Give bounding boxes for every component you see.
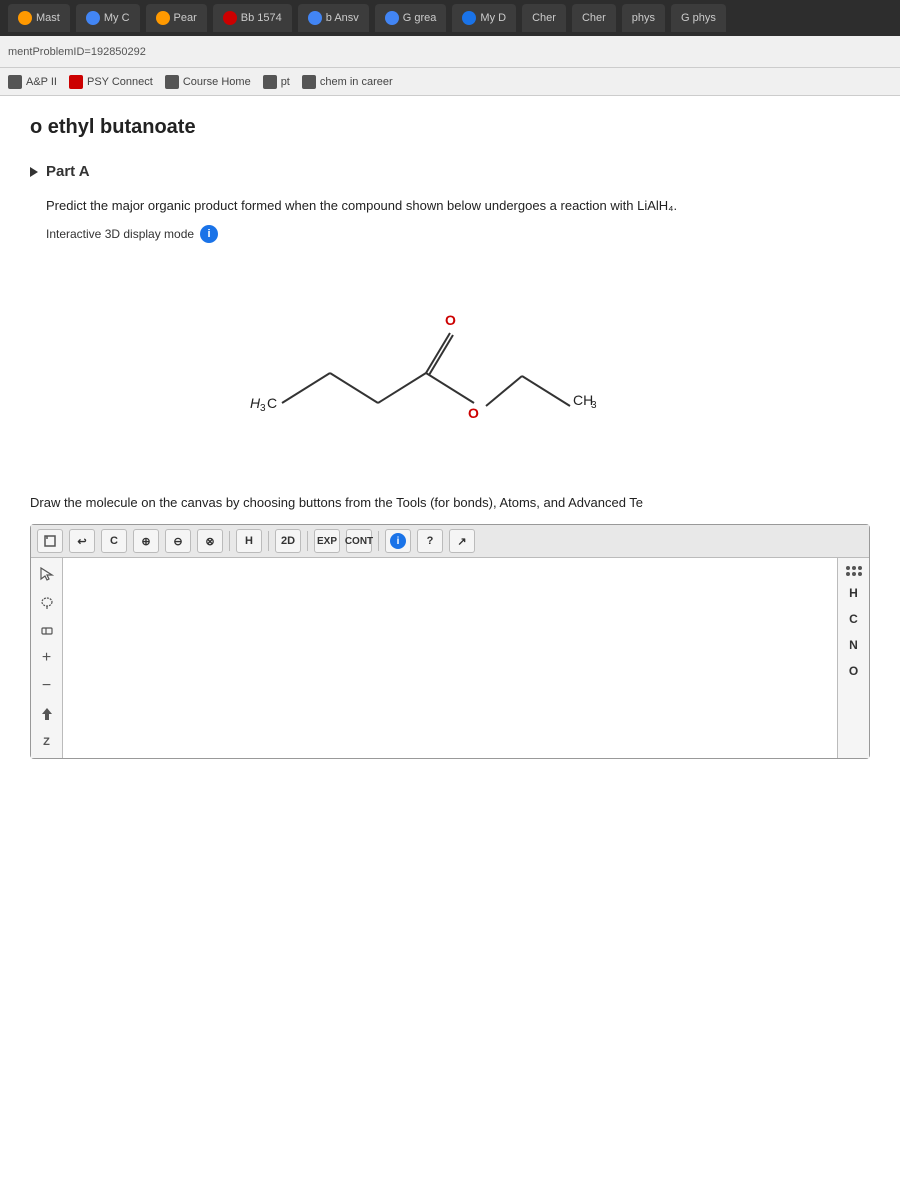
selection-tool-btn[interactable] bbox=[35, 562, 59, 586]
svg-text:O: O bbox=[468, 405, 479, 421]
canvas-toolbar: ↩ C ⊕ ⊖ ⊗ H 2D EXP CONT i ? ↗ bbox=[31, 525, 869, 558]
toolbar-h-btn[interactable]: H bbox=[236, 529, 262, 553]
eraser-tool-btn[interactable] bbox=[35, 618, 59, 642]
toolbar-new-btn[interactable] bbox=[37, 529, 63, 553]
canvas-left-tools: + − Z bbox=[31, 558, 63, 758]
toolbar-zoom-in-btn[interactable]: ⊕ bbox=[133, 529, 159, 553]
browser-tab-bar: Mast My C Pear Bb 1574 b Ansv G grea My … bbox=[0, 0, 900, 36]
bookmark-psy[interactable]: PSY Connect bbox=[69, 75, 153, 89]
remove-tool-btn[interactable]: − bbox=[35, 674, 59, 698]
toolbar-2d-btn[interactable]: 2D bbox=[275, 529, 301, 553]
toolbar-undo-btn[interactable]: ↩ bbox=[69, 529, 95, 553]
z-tool-btn[interactable]: Z bbox=[35, 730, 59, 754]
tab-bb[interactable]: Bb 1574 bbox=[213, 4, 292, 32]
tab-gphys[interactable]: G phys bbox=[671, 4, 726, 32]
toolbar-redo-btn[interactable]: C bbox=[101, 529, 127, 553]
add-tool-btn[interactable]: + bbox=[35, 646, 59, 670]
svg-text:3: 3 bbox=[591, 400, 597, 411]
main-content: o ethyl butanoate Part A Predict the maj… bbox=[0, 96, 900, 1200]
canvas-right-tools: H C N O bbox=[837, 558, 869, 758]
question-text: Predict the major organic product formed… bbox=[46, 196, 870, 217]
toolbar-cont-btn[interactable]: CONT bbox=[346, 529, 372, 553]
toolbar-expand-btn[interactable]: ↗ bbox=[449, 529, 475, 553]
problem-id-url: mentProblemID=192850292 bbox=[8, 46, 146, 58]
toolbar-sep-2 bbox=[268, 531, 269, 551]
toolbar-clear-btn[interactable]: ⊗ bbox=[197, 529, 223, 553]
tab-pear[interactable]: Pear bbox=[146, 4, 207, 32]
lasso-tool-btn[interactable] bbox=[35, 590, 59, 614]
toolbar-info-btn[interactable]: i bbox=[385, 529, 411, 553]
tab-myc[interactable]: My C bbox=[76, 4, 140, 32]
svg-text:C: C bbox=[267, 395, 277, 411]
page-title: o ethyl butanoate bbox=[30, 116, 870, 139]
tab-mast[interactable]: Mast bbox=[8, 4, 70, 32]
toolbar-sep-4 bbox=[378, 531, 379, 551]
bookmark-course-home[interactable]: Course Home bbox=[165, 75, 251, 89]
info-icon[interactable]: i bbox=[200, 225, 218, 243]
collapse-icon[interactable] bbox=[30, 167, 38, 177]
arrow-tool-btn[interactable] bbox=[35, 702, 59, 726]
bookmark-apii[interactable]: A&P II bbox=[8, 75, 57, 89]
element-N-btn[interactable]: N bbox=[845, 636, 862, 654]
display-mode-row: Interactive 3D display mode i bbox=[46, 225, 870, 243]
toolbar-sep-1 bbox=[229, 531, 230, 551]
svg-text:O: O bbox=[445, 312, 456, 328]
tab-cher1[interactable]: Cher bbox=[522, 4, 566, 32]
tab-phys[interactable]: phys bbox=[622, 4, 665, 32]
molecule-svg: H 3 C O O CH 3 bbox=[210, 263, 690, 463]
canvas-body: + − Z bbox=[31, 558, 869, 758]
draw-instruction: Draw the molecule on the canvas by choos… bbox=[30, 493, 870, 513]
toolbar-exp-btn[interactable]: EXP bbox=[314, 529, 340, 553]
tab-myd[interactable]: My D bbox=[452, 4, 516, 32]
element-C-btn[interactable]: C bbox=[845, 610, 862, 628]
address-bar-row: mentProblemID=192850292 bbox=[0, 36, 900, 68]
tab-grea[interactable]: G grea bbox=[375, 4, 447, 32]
bookmark-pt[interactable]: pt bbox=[263, 75, 290, 89]
grid-icon bbox=[846, 562, 862, 576]
toolbar-zoom-out-btn[interactable]: ⊖ bbox=[165, 529, 191, 553]
element-O-btn[interactable]: O bbox=[845, 662, 862, 680]
svg-text:3: 3 bbox=[260, 403, 266, 414]
bookmarks-bar: A&P II PSY Connect Course Home pt chem i… bbox=[0, 68, 900, 96]
canvas-draw-area[interactable] bbox=[63, 558, 837, 758]
molecule-diagram: H 3 C O O CH 3 bbox=[30, 263, 870, 463]
tab-ansv[interactable]: b Ansv bbox=[298, 4, 369, 32]
element-H-btn[interactable]: H bbox=[845, 584, 862, 602]
part-a-header: Part A bbox=[30, 163, 870, 180]
bookmark-chem[interactable]: chem in career bbox=[302, 75, 393, 89]
tab-cher2[interactable]: Cher bbox=[572, 4, 616, 32]
canvas-area: ↩ C ⊕ ⊖ ⊗ H 2D EXP CONT i ? ↗ bbox=[30, 524, 870, 759]
toolbar-sep-3 bbox=[307, 531, 308, 551]
toolbar-help-btn[interactable]: ? bbox=[417, 529, 443, 553]
